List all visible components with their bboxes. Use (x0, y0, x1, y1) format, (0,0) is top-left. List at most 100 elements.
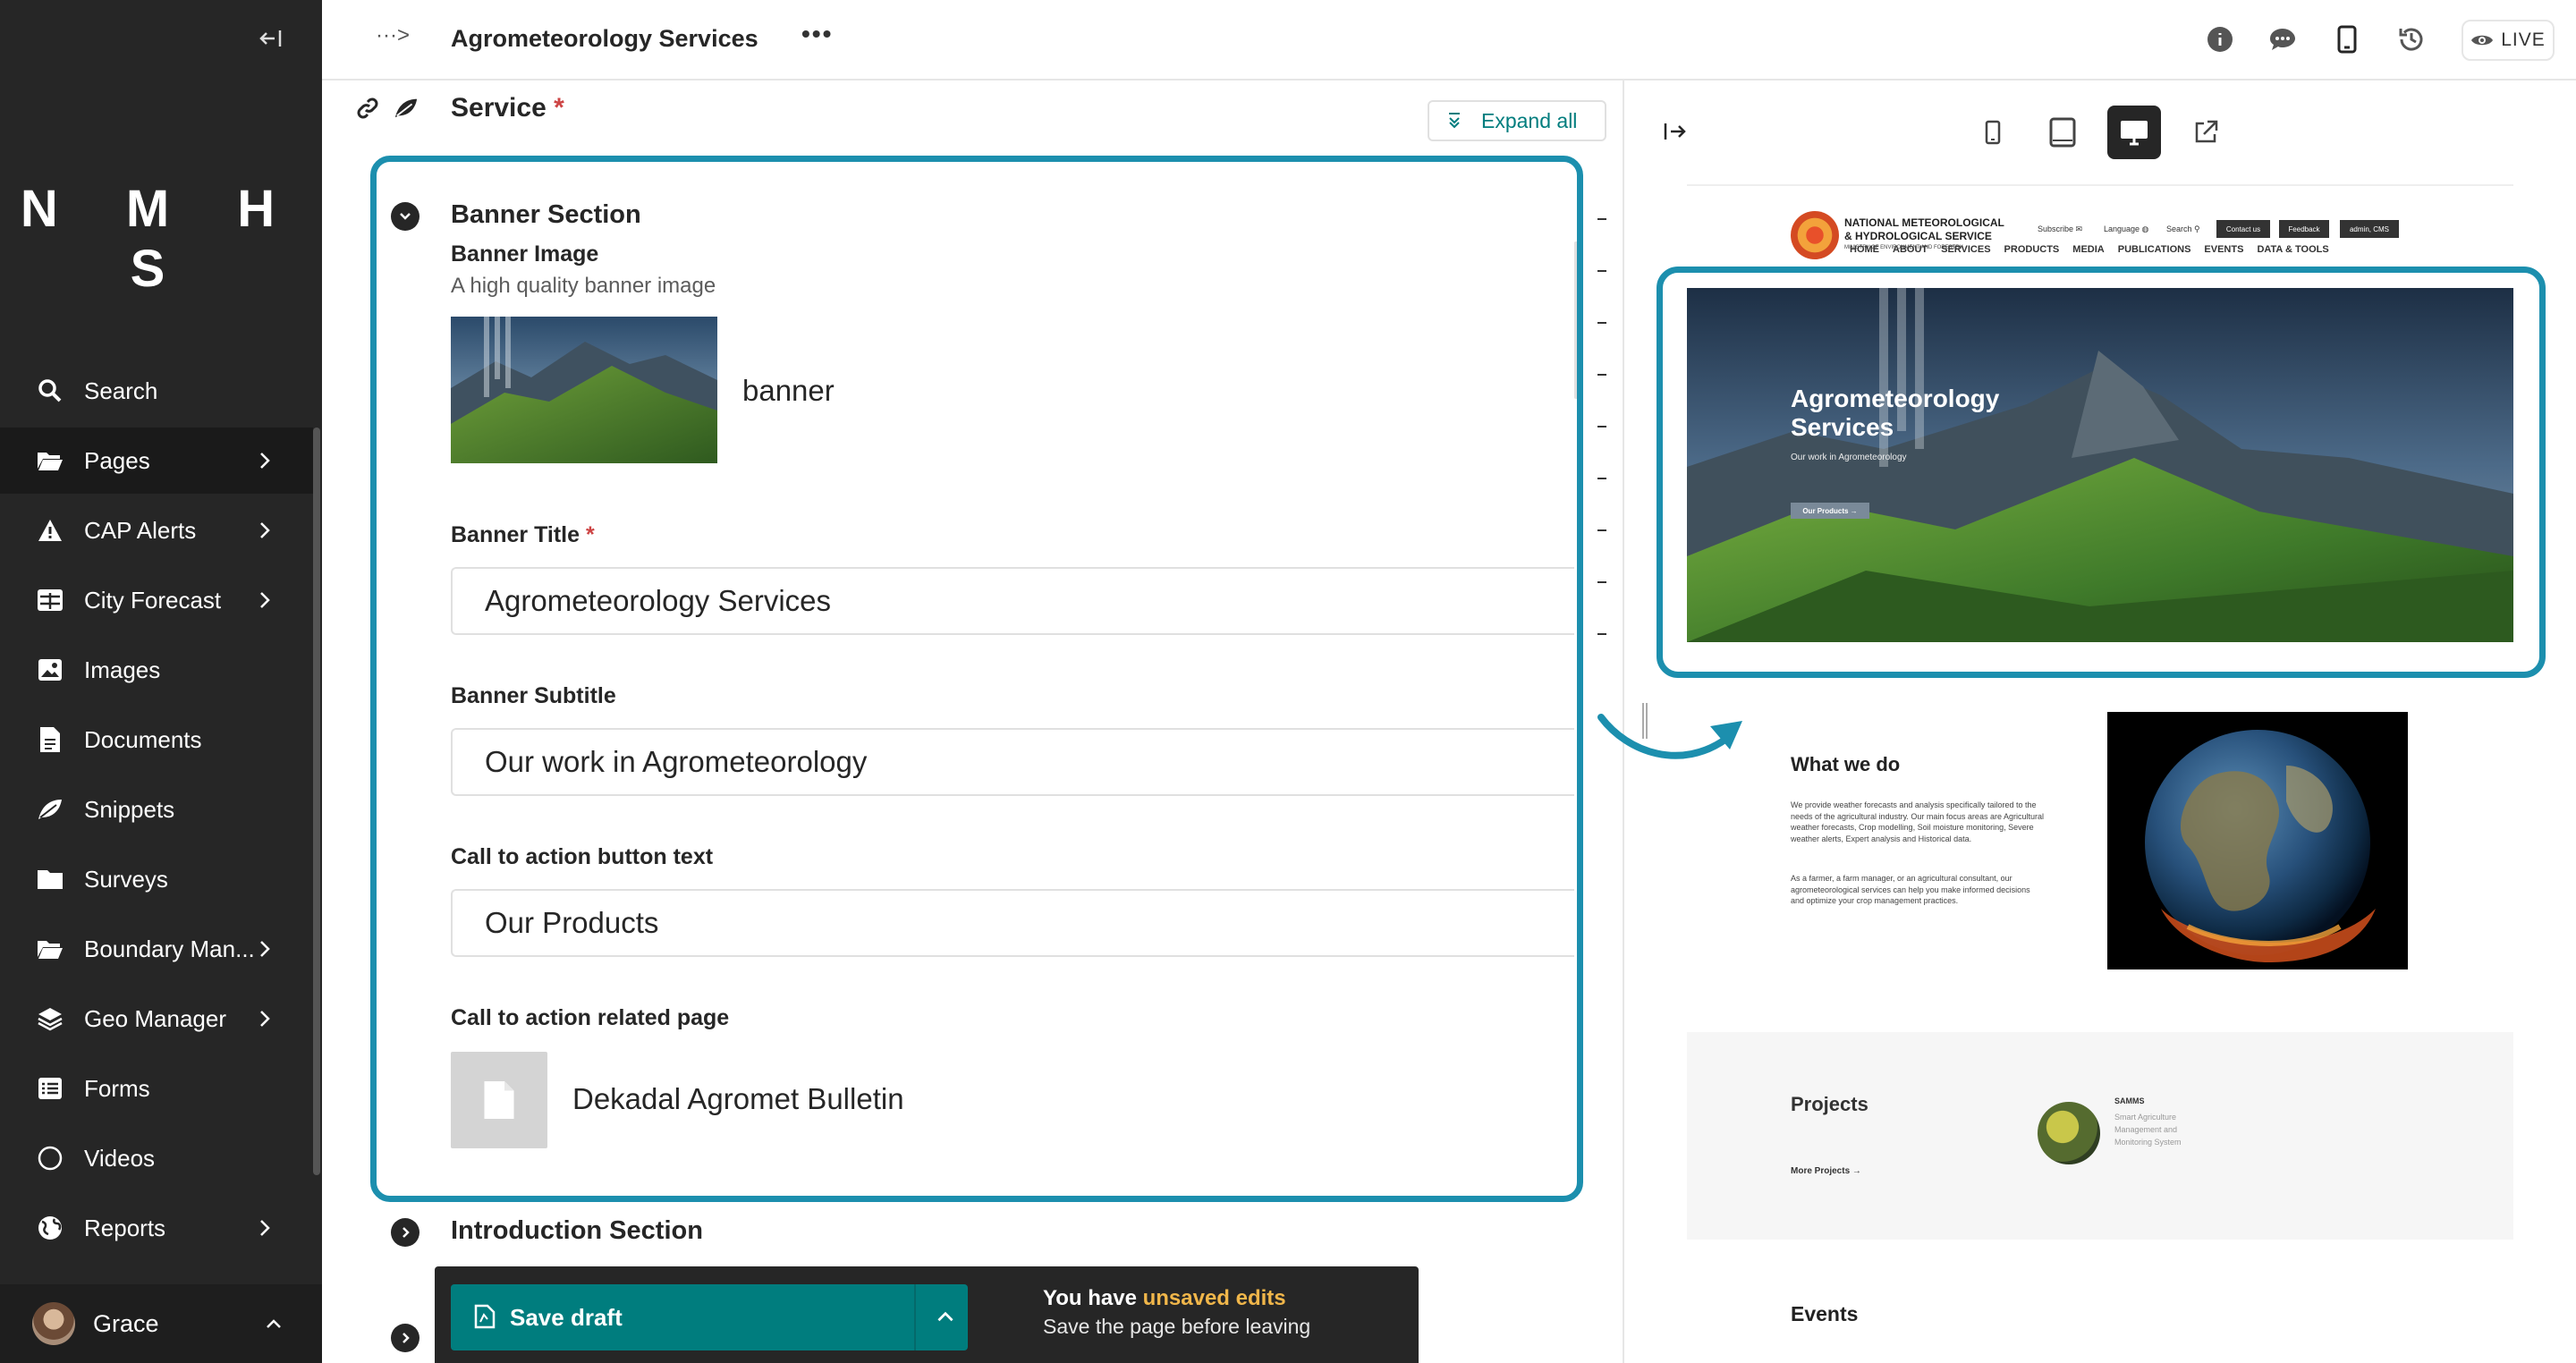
expand-icon (1449, 113, 1460, 129)
sidebar-item-forms[interactable]: Forms (0, 1055, 313, 1122)
sidebar-item-label: Images (84, 656, 161, 683)
menu-media[interactable]: MEDIA (2072, 244, 2104, 255)
chevron-up-icon (267, 1319, 281, 1328)
info-icon[interactable] (2202, 21, 2238, 57)
more-actions-button[interactable]: ••• (801, 20, 833, 48)
expand-all-button[interactable]: Expand all (1428, 100, 1606, 141)
menu-data-tools[interactable]: DATA & TOOLS (2257, 244, 2328, 255)
sidebar-item-snippets[interactable]: Snippets (0, 776, 313, 842)
chevron-up-icon[interactable] (934, 1306, 957, 1329)
more-projects-link[interactable]: More Projects → (1791, 1166, 1861, 1176)
menu-home[interactable]: HOME (1850, 244, 1879, 255)
mobile-preview-icon[interactable] (2329, 21, 2365, 57)
layers-icon (36, 1004, 64, 1033)
menu-events[interactable]: EVENTS (2204, 244, 2243, 255)
what-we-do-paragraph: As a farmer, a farm manager, or an agric… (1791, 874, 2030, 905)
sidebar-item-label: Documents (84, 725, 202, 753)
sidebar-item-images[interactable]: Images (0, 637, 313, 703)
mobile-icon (1985, 120, 2001, 145)
sidebar-item-videos[interactable]: Videos (0, 1125, 313, 1191)
sidebar-item-boundary-manager[interactable]: Boundary Man... (0, 916, 313, 982)
sidebar-scrollbar[interactable] (313, 428, 320, 1175)
history-icon[interactable] (2394, 21, 2429, 57)
table-icon (36, 586, 64, 614)
folder-icon (36, 865, 64, 893)
sidebar-item-surveys[interactable]: Surveys (0, 846, 313, 912)
menu-publications[interactable]: PUBLICATIONS (2118, 244, 2191, 255)
expand-section-toggle[interactable] (391, 1324, 419, 1352)
minimap-mark[interactable] (1597, 426, 1606, 428)
sidebar-item-label: Videos (84, 1144, 156, 1172)
button-divider (914, 1284, 916, 1350)
minimap-mark[interactable] (1597, 270, 1606, 272)
sidebar-item-pages[interactable]: Pages (0, 428, 313, 494)
sidebar-item-city-forecast[interactable]: City Forecast (0, 567, 313, 633)
save-draft-button[interactable]: Save draft (451, 1284, 968, 1350)
comments-icon[interactable] (2265, 21, 2301, 57)
field-title: Service * (451, 93, 564, 123)
menu-about[interactable]: ABOUT (1893, 244, 1928, 255)
language-link[interactable]: Language ◍ (2104, 224, 2148, 234)
menu-products[interactable]: PRODUCTS (2004, 244, 2060, 255)
collapse-preview-icon[interactable] (1662, 118, 1689, 145)
breadcrumb[interactable]: ···> (376, 23, 410, 48)
site-logo[interactable]: N M H S (0, 179, 322, 299)
preview-mobile-button[interactable] (1966, 106, 2020, 159)
sidebar-item-geo-manager[interactable]: Geo Manager (0, 986, 313, 1052)
sidebar-item-label: Pages (84, 446, 150, 474)
sidebar-item-documents[interactable]: Documents (0, 707, 313, 773)
sidebar-item-reports[interactable]: Reports (0, 1195, 313, 1261)
contact-button[interactable]: Contact us (2216, 220, 2270, 238)
unsaved-prefix: You have (1043, 1286, 1143, 1310)
minimap-mark[interactable] (1597, 322, 1606, 324)
project-thumbnail[interactable] (2038, 1102, 2100, 1164)
search-link[interactable]: Search ⚲ (2166, 224, 2200, 234)
required-mark: * (554, 93, 564, 123)
circle-icon (36, 1144, 64, 1173)
chevron-right-icon (260, 522, 270, 538)
preview-tablet-button[interactable] (2036, 106, 2089, 159)
banner-section-highlight (370, 156, 1583, 1202)
minimap-mark[interactable] (1597, 529, 1606, 531)
chevron-right-icon (260, 1220, 270, 1236)
live-status-button[interactable]: LIVE (2462, 20, 2555, 61)
collapse-sidebar-icon[interactable] (252, 25, 288, 61)
expand-section-toggle[interactable] (391, 1218, 419, 1247)
external-link-icon (2195, 120, 2218, 143)
expand-all-label: Expand all (1481, 108, 1578, 132)
live-label: LIVE (2501, 30, 2546, 50)
chevron-right-icon (402, 1333, 410, 1343)
chevron-right-icon (260, 453, 270, 469)
minimap-mark[interactable] (1597, 581, 1606, 583)
save-bar: Save draft You have unsaved edits Save t… (435, 1266, 1419, 1363)
user-menu[interactable]: Grace (0, 1284, 322, 1363)
minimap-mark[interactable] (1597, 478, 1606, 479)
sidebar-item-cap-alerts[interactable]: CAP Alerts (0, 497, 313, 563)
user-name: Grace (93, 1309, 159, 1337)
chevron-right-icon (260, 941, 270, 957)
minimap-mark[interactable] (1597, 218, 1606, 220)
site-menu: HOME ABOUT SERVICES PRODUCTS MEDIA PUBLI… (1850, 244, 2343, 255)
preview-hero-highlight (1657, 267, 2546, 678)
search-icon (36, 377, 64, 405)
sidebar: N M H S Search Pages CAP Alerts City For… (0, 0, 322, 1363)
feedback-button[interactable]: Feedback (2279, 220, 2329, 238)
sidebar-item-label: Search (84, 377, 158, 404)
projects-title: Projects (1791, 1093, 1868, 1115)
minimap-mark[interactable] (1597, 633, 1606, 635)
subscribe-link[interactable]: Subscribe ✉ (2038, 224, 2082, 234)
globe-icon (36, 1214, 64, 1242)
link-icon[interactable] (356, 97, 379, 120)
admin-button[interactable]: admin, CMS (2340, 220, 2399, 238)
preview-desktop-button[interactable] (2107, 106, 2161, 159)
warning-icon (36, 516, 64, 545)
menu-services[interactable]: SERVICES (1941, 244, 1990, 255)
sidebar-item-search[interactable]: Search (0, 358, 313, 424)
open-preview-new-tab-button[interactable] (2179, 106, 2233, 159)
snippet-icon (36, 795, 64, 824)
project-name[interactable]: SAMMS (2114, 1096, 2145, 1105)
snippet-icon (394, 98, 418, 118)
unsaved-subtext: Save the page before leaving (1043, 1315, 1311, 1338)
save-draft-label: Save draft (510, 1304, 623, 1331)
minimap-mark[interactable] (1597, 374, 1606, 376)
